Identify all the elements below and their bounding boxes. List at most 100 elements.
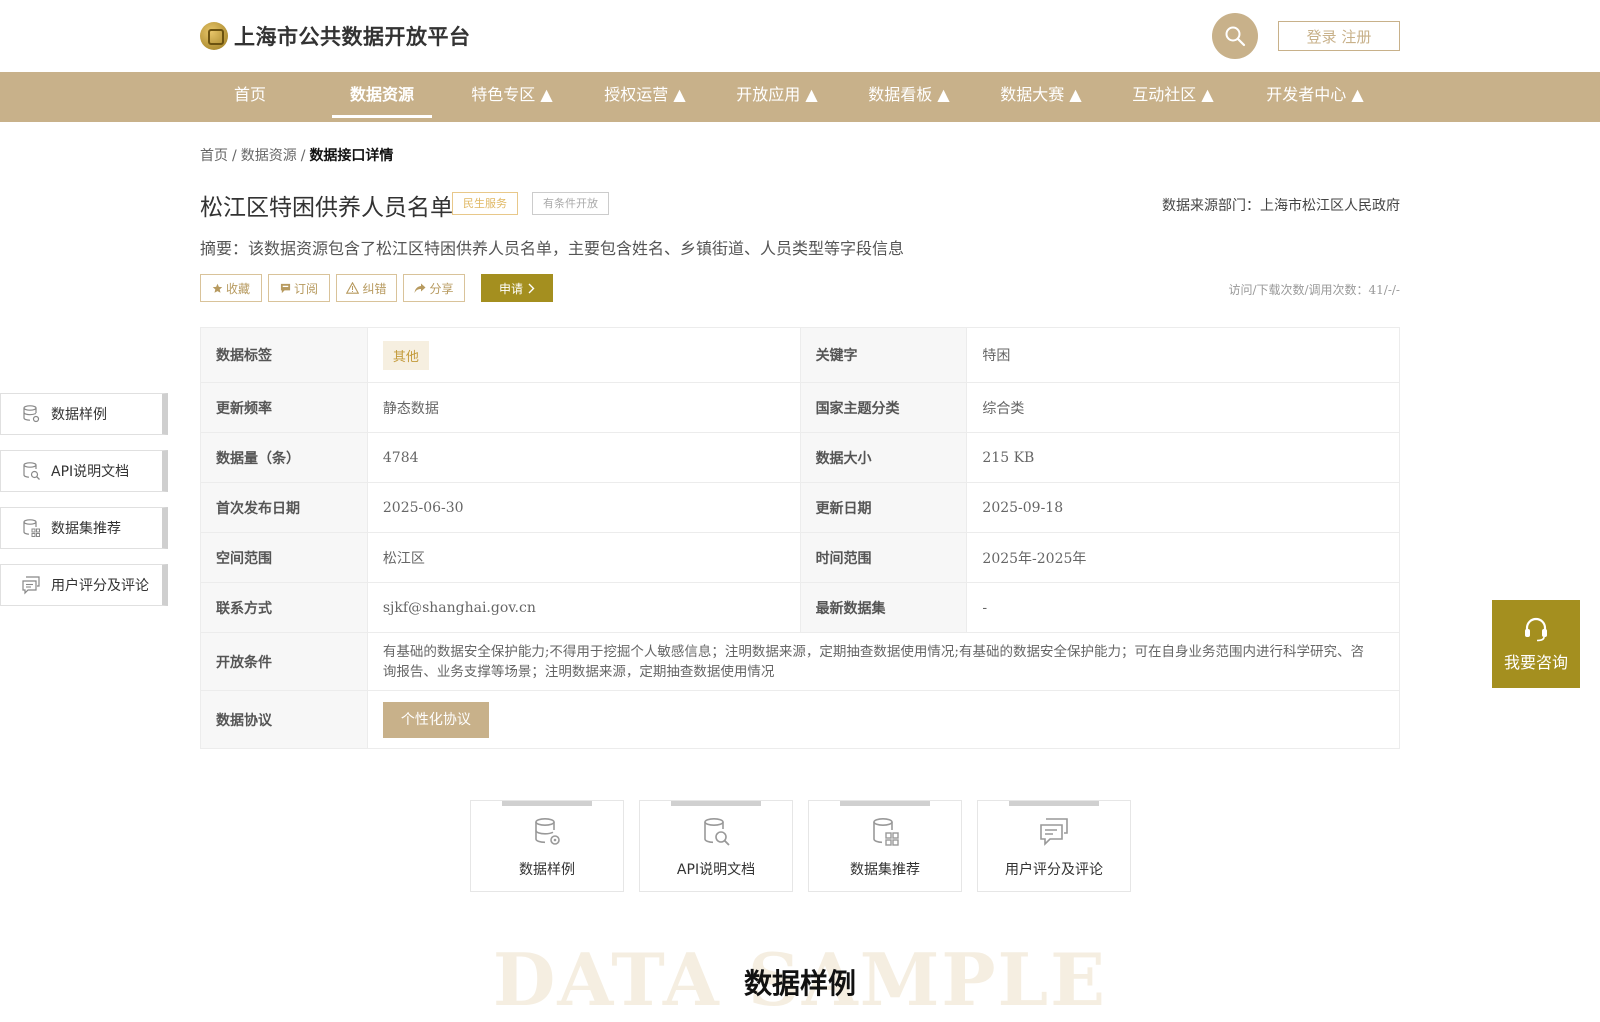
source-department: 数据来源部门：上海市松江区人民政府 [1162, 198, 1400, 214]
card-data-sample[interactable]: 数据样例 [470, 800, 624, 892]
value-latest-dataset: - [966, 582, 1400, 633]
database-search-icon [704, 817, 730, 846]
label-data-size: 数据大小 [799, 432, 968, 483]
side-menu-data-sample[interactable]: 数据样例 [0, 393, 168, 435]
comment-icon [1040, 818, 1068, 846]
favorite-label: 收藏 [225, 281, 250, 296]
label-spatial-range: 空间范围 [200, 532, 368, 583]
card-label: 数据集推荐 [850, 862, 920, 878]
section-title-data-sample: 数据样例 [743, 967, 856, 1000]
database-grid-icon [21, 518, 41, 538]
share-label: 分享 [429, 281, 454, 296]
headset-icon [1525, 617, 1547, 642]
site-title: 上海市公共数据开放平台 [234, 25, 471, 49]
value-data-tag: 其他 [366, 327, 801, 383]
search-button[interactable] [1212, 13, 1258, 59]
breadcrumb-current: 数据接口详情 [309, 148, 394, 164]
card-dataset-recommend[interactable]: 数据集推荐 [808, 800, 962, 892]
visit-count: 访问/下载次数/调用次数：41/-/- [1228, 283, 1400, 297]
label-update-date: 更新日期 [799, 482, 968, 533]
card-label: 用户评分及评论 [1005, 862, 1103, 878]
table-row: 数据量（条） 4784 数据大小 215 KB [200, 432, 1400, 483]
breadcrumb-separator: / [232, 148, 237, 164]
share-button[interactable]: 分享 [403, 274, 465, 302]
label-keyword: 关键字 [799, 327, 968, 383]
table-row: 空间范围 松江区 时间范围 2025年-2025年 [200, 532, 1400, 583]
card-label: API说明文档 [676, 862, 756, 878]
card-top-bar [671, 801, 761, 806]
side-menu-label: 用户评分及评论 [51, 578, 149, 594]
side-menu-dataset-recommend[interactable]: 数据集推荐 [0, 507, 168, 549]
main-nav: 首页 数据资源 特色专区 ▲ 授权运营 ▲ 开放应用 ▲ 数据看板 ▲ 数据大赛… [0, 72, 1600, 122]
value-update-date: 2025-09-18 [966, 482, 1400, 533]
table-row: 首次发布日期 2025-06-30 更新日期 2025-09-18 [200, 482, 1400, 533]
table-row: 开放条件 有基础的数据安全保护能力;不得用于挖掘个人敏感信息；注明数据来源，定期… [200, 632, 1401, 691]
table-row: 数据协议 个性化协议 [200, 690, 1401, 749]
card-user-reviews[interactable]: 用户评分及评论 [977, 800, 1131, 892]
value-data-protocol: 个性化协议 [366, 690, 1401, 749]
value-contact: sjkf@shanghai.gov.cn [366, 582, 801, 633]
table-row: 更新频率 静态数据 国家主题分类 综合类 [200, 382, 1400, 433]
star-icon [212, 283, 223, 293]
card-top-bar [840, 801, 930, 806]
label-first-publish-date: 首次发布日期 [200, 482, 368, 533]
page-title: 松江区特困供养人员名单 [200, 195, 453, 221]
category-tag: 民生服务 [452, 192, 518, 215]
apply-button[interactable]: 申请 [481, 274, 553, 302]
custom-protocol-button[interactable]: 个性化协议 [382, 701, 489, 738]
subscribe-label: 订阅 [293, 281, 318, 296]
subscribe-icon [280, 283, 291, 293]
nav-item-community[interactable]: 互动社区 ▲ [1123, 72, 1223, 122]
dataset-summary: 摘要：该数据资源包含了松江区特困供养人员名单，主要包含姓名、乡镇街道、人员类型等… [200, 239, 905, 258]
label-time-range: 时间范围 [799, 532, 968, 583]
dataset-info-table: 数据标签 其他 关键字 特困 更新频率 静态数据 国家主题分类 综合类 数据量（… [200, 327, 1401, 749]
nav-item-developer-center[interactable]: 开发者中心 ▲ [1255, 72, 1375, 122]
nav-item-open-apps[interactable]: 开放应用 ▲ [727, 72, 827, 122]
nav-item-home[interactable]: 首页 [200, 72, 300, 122]
label-record-count: 数据量（条） [200, 432, 368, 483]
side-menu-label: 数据样例 [51, 407, 107, 423]
nav-item-data-dashboard[interactable]: 数据看板 ▲ [859, 72, 959, 122]
nav-item-data-resources[interactable]: 数据资源 [332, 72, 432, 122]
warning-icon [346, 282, 360, 294]
nav-item-special-zone[interactable]: 特色专区 ▲ [462, 72, 562, 122]
value-open-conditions: 有基础的数据安全保护能力;不得用于挖掘个人敏感信息；注明数据来源，定期抽查数据使… [366, 632, 1401, 691]
database-settings-icon [535, 817, 560, 845]
database-search-icon [21, 461, 41, 481]
card-label: 数据样例 [519, 862, 575, 878]
label-national-theme: 国家主题分类 [799, 382, 968, 433]
comment-icon [21, 575, 41, 595]
value-keyword: 特困 [966, 327, 1400, 383]
logo-icon [200, 22, 228, 50]
database-settings-icon [21, 404, 41, 424]
report-error-button[interactable]: 纠错 [336, 274, 397, 302]
favorite-button[interactable]: 收藏 [200, 274, 262, 302]
data-tag-chip[interactable]: 其他 [382, 340, 429, 370]
table-row: 联系方式 sjkf@shanghai.gov.cn 最新数据集 - [200, 582, 1400, 633]
site-logo[interactable]: 上海市公共数据开放平台 [200, 20, 471, 52]
value-time-range: 2025年-2025年 [966, 532, 1400, 583]
consult-label: 我要咨询 [1503, 653, 1568, 672]
search-icon [1225, 26, 1246, 47]
value-first-publish-date: 2025-06-30 [366, 482, 801, 533]
breadcrumb-data-resources[interactable]: 数据资源 [241, 148, 297, 164]
nav-item-data-contest[interactable]: 数据大赛 ▲ [991, 72, 1091, 122]
nav-item-authorized-operation[interactable]: 授权运营 ▲ [595, 72, 695, 122]
side-menu-label: 数据集推荐 [51, 521, 121, 537]
label-data-tag: 数据标签 [200, 327, 368, 383]
open-type-tag: 有条件开放 [532, 192, 609, 215]
login-register-button[interactable]: 登录 注册 [1278, 21, 1400, 51]
consult-button[interactable]: 我要咨询 [1492, 600, 1580, 688]
table-row: 数据标签 其他 关键字 特困 [200, 327, 1400, 383]
value-spatial-range: 松江区 [366, 532, 801, 583]
breadcrumb: 首页 / 数据资源 / 数据接口详情 [200, 145, 393, 165]
share-icon [414, 283, 426, 293]
side-menu-label: API说明文档 [51, 464, 130, 480]
side-menu-user-reviews[interactable]: 用户评分及评论 [0, 564, 168, 606]
card-api-docs[interactable]: API说明文档 [639, 800, 793, 892]
card-top-bar [502, 801, 592, 806]
side-menu-api-docs[interactable]: API说明文档 [0, 450, 168, 492]
label-data-protocol: 数据协议 [200, 690, 368, 749]
breadcrumb-home[interactable]: 首页 [200, 148, 228, 164]
subscribe-button[interactable]: 订阅 [268, 274, 330, 302]
